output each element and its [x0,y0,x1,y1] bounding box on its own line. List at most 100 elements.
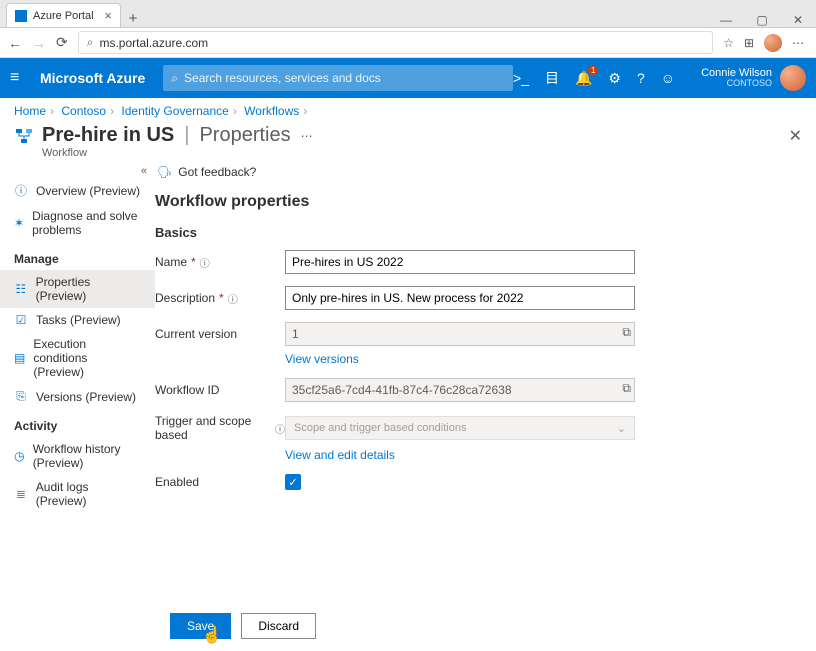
cloud-shell-icon[interactable]: >_ [513,70,529,86]
maximize-button[interactable]: ▢ [744,13,780,27]
global-search[interactable]: ⌕ Search resources, services and docs [163,65,513,91]
nav-workflow-history[interactable]: ◷ Workflow history (Preview) [0,437,155,475]
label-enabled: Enabled [155,475,199,489]
notifications-icon[interactable]: 🔔1 [575,70,592,87]
basics-heading: Basics [155,225,792,240]
minimize-button[interactable]: — [708,13,744,27]
info-icon[interactable]: ⓘ [200,255,210,270]
breadcrumb: Home› Contoso› Identity Governance› Work… [0,98,816,124]
browser-more-icon[interactable]: ⋯ [792,36,804,50]
nav-properties[interactable]: ☷ Properties (Preview) [0,270,155,308]
new-tab-button[interactable]: + [121,10,145,27]
azure-favicon [15,10,27,22]
url-input[interactable]: ⌕ ms.portal.azure.com [78,31,713,54]
favorite-icon[interactable]: ☆ [723,36,734,50]
title-divider: | [184,124,189,147]
nav-label: Execution conditions (Preview) [33,337,141,379]
description-input[interactable] [285,286,635,310]
azure-top-bar: ≡ Microsoft Azure ⌕ Search resources, se… [0,58,816,98]
avatar [780,65,806,91]
close-tab-icon[interactable]: × [104,9,112,22]
nav-section-manage: Manage [0,242,155,270]
url-text: ms.portal.azure.com [99,36,208,50]
refresh-button[interactable]: ⟳ [56,34,68,51]
enabled-checkbox[interactable]: ✓ [285,474,301,490]
hamburger-menu[interactable]: ≡ [10,69,32,87]
page-type-label: Workflow [0,147,816,159]
browser-address-bar: ← → ⟳ ⌕ ms.portal.azure.com ☆ ⊞ ⋯ [0,28,816,58]
copy-icon[interactable]: ⧉ [622,381,631,396]
close-window-button[interactable]: ✕ [780,13,816,27]
crumb-contoso[interactable]: Contoso [61,104,106,118]
brand-label[interactable]: Microsoft Azure [40,70,145,86]
collections-icon[interactable]: ⊞ [744,36,754,50]
browser-profile-avatar[interactable] [764,34,782,52]
label-trigger: Trigger and scope based [155,414,271,442]
trigger-placeholder: Scope and trigger based conditions [294,422,466,434]
nav-overview[interactable]: ⓘ Overview (Preview) [0,177,155,204]
history-icon: ◷ [14,449,25,463]
label-description: Description [155,291,215,305]
browser-tab[interactable]: Azure Portal × [6,3,121,27]
feedback-person-icon: 🗣 [157,165,172,179]
left-nav: « ⓘ Overview (Preview) ✶ Diagnose and so… [0,159,155,642]
current-version-field [285,322,635,346]
versions-icon: ⎘ [14,389,28,404]
browser-tab-strip: Azure Portal × + — ▢ ✕ [0,0,816,28]
user-menu[interactable]: Connie Wilson CONTOSO [701,65,806,91]
discard-button[interactable]: Discard [241,613,316,639]
diagnose-icon: ✶ [14,216,24,230]
nav-label: Diagnose and solve problems [32,209,141,237]
properties-icon: ☷ [14,282,28,296]
nav-audit-logs[interactable]: ≣ Audit logs (Preview) [0,475,155,513]
label-workflow-id: Workflow ID [155,383,219,397]
copy-icon[interactable]: ⧉ [622,325,631,340]
page-header: Pre-hire in US | Properties ⋯ ✕ [0,124,816,149]
view-edit-details-link[interactable]: View and edit details [285,448,792,462]
label-name: Name [155,255,187,269]
workflow-id-field [285,378,635,402]
nav-versions[interactable]: ⎘ Versions (Preview) [0,384,155,409]
notification-badge: 1 [588,66,598,75]
crumb-identity-governance[interactable]: Identity Governance [121,104,228,118]
page-subtitle: Properties [199,124,290,147]
help-icon[interactable]: ? [637,70,645,86]
info-icon: ⓘ [14,182,28,199]
user-org: CONTOSO [701,79,772,89]
nav-diagnose[interactable]: ✶ Diagnose and solve problems [0,204,155,242]
chevron-down-icon: ⌄ [617,422,626,435]
nav-label: Versions (Preview) [36,390,136,404]
close-blade-button[interactable]: ✕ [789,126,802,146]
info-icon[interactable]: ⓘ [228,291,238,306]
nav-section-activity: Activity [0,409,155,437]
crumb-home[interactable]: Home [14,104,46,118]
audit-icon: ≣ [14,487,28,501]
view-versions-link[interactable]: View versions [285,352,792,366]
nav-execution-conditions[interactable]: ▤ Execution conditions (Preview) [0,332,155,384]
page-more-icon[interactable]: ⋯ [301,129,315,143]
page-title: Pre-hire in US [42,124,174,147]
nav-label: Properties (Preview) [36,275,141,303]
label-current-version: Current version [155,327,237,341]
workflow-icon [14,126,34,146]
feedback-icon[interactable]: ☺ [661,70,675,86]
info-icon[interactable]: ⓘ [275,421,285,436]
name-input[interactable] [285,250,635,274]
nav-tasks[interactable]: ☑ Tasks (Preview) [0,308,155,332]
trigger-scope-dropdown[interactable]: Scope and trigger based conditions ⌄ [285,416,635,440]
forward-button[interactable]: → [32,35,46,51]
directories-icon[interactable]: ⽬ [545,68,559,88]
nav-label: Overview (Preview) [36,184,140,198]
conditions-icon: ▤ [14,351,25,365]
collapse-nav-button[interactable]: « [0,165,155,177]
search-icon: ⌕ [171,71,178,86]
got-feedback-link[interactable]: Got feedback? [178,165,256,179]
crumb-workflows[interactable]: Workflows [244,104,299,118]
search-icon: ⌕ [87,35,94,50]
nav-label: Workflow history (Preview) [33,442,141,470]
nav-label: Tasks (Preview) [36,313,121,327]
back-button[interactable]: ← [8,35,22,51]
settings-icon[interactable]: ⚙ [608,70,621,87]
save-button[interactable]: Save [170,613,231,639]
command-bar: Save Discard [170,613,316,639]
